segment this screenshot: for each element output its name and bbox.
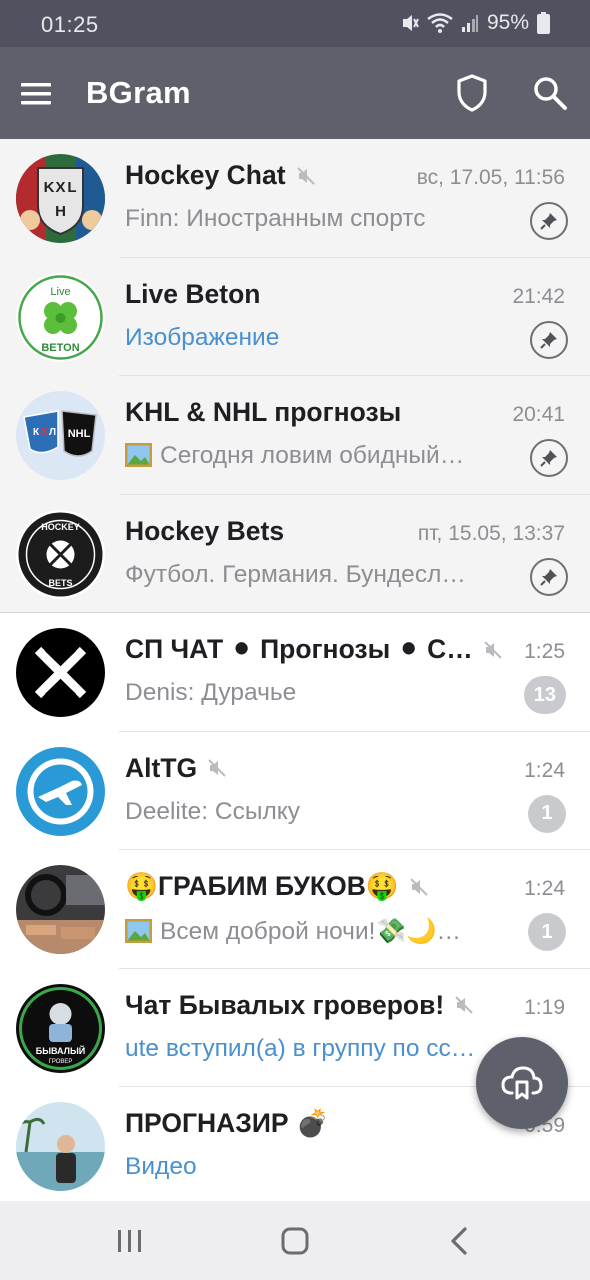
status-indicators: 95% xyxy=(399,11,550,35)
avatar: БЫВАЛЫЙ ГРОВЕР xyxy=(16,983,105,1073)
chat-row-grabim-bukov[interactable]: 🤑ГРАБИМ БУКОВ🤑 1:24 Всем доброй ночи!💸🌙…… xyxy=(0,850,590,969)
chat-name: Hockey Bets xyxy=(125,515,285,546)
search-icon[interactable] xyxy=(531,74,569,112)
chat-row-sp-chat[interactable]: СП ЧАТ ⚫ Прогнозы ⚫ С… 1:25 Denis: Дурач… xyxy=(0,613,590,732)
chat-row-khl-nhl[interactable]: К Х Л NHL KHL & NHL прогнозы 20:41 Сегод… xyxy=(0,376,590,495)
chat-time: пт, 15.05, 13:37 xyxy=(417,521,565,545)
pin-icon xyxy=(540,568,557,586)
svg-text:NHL: NHL xyxy=(68,428,91,440)
svg-text:K: K xyxy=(44,179,55,196)
chat-sender: Finn: xyxy=(125,205,180,232)
status-time: 01:25 xyxy=(41,12,99,37)
vibrate-mute-icon xyxy=(402,15,419,31)
unread-badge: 1 xyxy=(528,794,566,833)
pin-icon xyxy=(540,450,557,467)
wifi-icon xyxy=(427,13,453,33)
svg-text:BETON: BETON xyxy=(41,342,79,354)
svg-text:X: X xyxy=(55,179,65,196)
avatar xyxy=(16,628,105,717)
unread-badge: 13 xyxy=(523,676,566,714)
avatar xyxy=(16,746,105,836)
svg-text:H: H xyxy=(55,203,66,220)
mute-icon xyxy=(455,996,473,1014)
chat-preview: Футбол. Германия. Бундесл… xyxy=(125,560,466,588)
pin-icon xyxy=(540,331,557,349)
chat-name: Чат Бывалых гроверов! xyxy=(125,989,445,1020)
app-title: BGram xyxy=(86,75,191,110)
avatar: HOCKEY BETS xyxy=(16,509,105,599)
pin-badge xyxy=(530,439,568,477)
app-bar: BGram xyxy=(0,47,590,139)
svg-text:HOCKEY: HOCKEY xyxy=(41,522,80,532)
chat-name: Live Beton xyxy=(125,278,261,309)
back-icon[interactable] xyxy=(442,1223,478,1259)
avatar: Live BETON xyxy=(16,272,105,362)
chat-time: 20:41 xyxy=(512,403,565,426)
image-thumbnail-icon xyxy=(125,919,152,943)
battery-percent: 95% xyxy=(486,11,529,34)
avatar: K X L H xyxy=(16,154,105,243)
mute-icon xyxy=(484,640,502,659)
chat-name: KHL & NHL прогнозы xyxy=(125,397,402,427)
chat-row-hockey-chat[interactable]: K X L H Hockey Chat вс, 17.05, 11:56 Fin… xyxy=(0,139,590,258)
system-nav-bar xyxy=(0,1201,590,1280)
shield-icon[interactable] xyxy=(455,73,489,113)
svg-text:Л: Л xyxy=(49,427,56,438)
pin-icon xyxy=(540,213,557,230)
hamburger-menu-icon[interactable] xyxy=(18,76,54,112)
image-thumbnail-icon xyxy=(125,443,152,467)
chat-preview: Deelite: Ссылку xyxy=(125,797,300,825)
pin-badge xyxy=(530,202,568,240)
chat-row-hockey-bets[interactable]: HOCKEY BETS Hockey Bets пт, 15.05, 13:37… xyxy=(0,494,590,613)
signal-icon xyxy=(461,15,478,32)
chat-row-live-beton[interactable]: Live BETON Live Beton 21:42 Изображение xyxy=(0,257,590,376)
chat-time: 21:42 xyxy=(512,284,565,308)
chat-time: 1:24 xyxy=(524,877,565,900)
chat-row-alttg[interactable]: AltTG 1:24 Deelite: Ссылку 1 xyxy=(0,732,590,850)
chat-name: ПРОГНАЗИР 💣 xyxy=(125,1108,329,1138)
mute-icon xyxy=(208,759,226,777)
cloud-bookmark-button[interactable] xyxy=(476,1037,568,1129)
svg-text:ГРОВЕР: ГРОВЕР xyxy=(49,1059,73,1065)
status-bar: 01:25 95% xyxy=(0,0,590,47)
mute-icon xyxy=(410,877,428,896)
mute-icon xyxy=(296,166,315,185)
avatar: К Х Л NHL xyxy=(16,391,105,480)
avatar xyxy=(16,865,105,954)
svg-text:L: L xyxy=(67,179,76,196)
chat-time: вс, 17.05, 11:56 xyxy=(416,166,565,189)
recents-icon[interactable] xyxy=(112,1223,148,1259)
unread-badge: 1 xyxy=(528,913,566,951)
chat-time: 1:19 xyxy=(524,995,565,1019)
chat-preview: ute вступил(а) в группу по ссылке xyxy=(125,1034,487,1062)
svg-text:Live: Live xyxy=(50,286,70,298)
chat-preview: Видео xyxy=(125,1153,197,1180)
chat-preview: Denis: Дурачье xyxy=(125,679,297,706)
svg-text:Х: Х xyxy=(41,427,48,438)
chat-name: Hockey Chat xyxy=(125,160,286,190)
chat-name: 🤑ГРАБИМ БУКОВ🤑 xyxy=(125,871,399,901)
chat-sender: Deelite: xyxy=(125,797,209,825)
svg-text:К: К xyxy=(33,427,40,438)
pin-badge xyxy=(530,557,568,596)
chat-time: 1:24 xyxy=(524,758,565,782)
home-icon[interactable] xyxy=(277,1223,313,1259)
chat-preview: Finn: Иностранным спортс xyxy=(125,205,426,232)
chat-time: 1:25 xyxy=(524,640,565,663)
chat-preview: Изображение xyxy=(125,323,280,351)
chat-sender: Denis: xyxy=(125,679,195,706)
cloud-bookmark-icon xyxy=(501,1066,543,1100)
chat-preview: Сегодня ловим обидный… xyxy=(125,442,464,470)
svg-text:BETS: BETS xyxy=(48,578,72,588)
battery-icon xyxy=(537,12,550,34)
svg-text:БЫВАЛЫЙ: БЫВАЛЫЙ xyxy=(36,1045,86,1056)
avatar xyxy=(16,1102,105,1191)
chat-preview: Всем доброй ночи!💸🌙… xyxy=(125,916,461,946)
chat-name: СП ЧАТ ⚫ Прогнозы ⚫ С… xyxy=(125,634,473,664)
pin-badge xyxy=(530,320,568,359)
chat-name: AltTG xyxy=(125,752,198,783)
